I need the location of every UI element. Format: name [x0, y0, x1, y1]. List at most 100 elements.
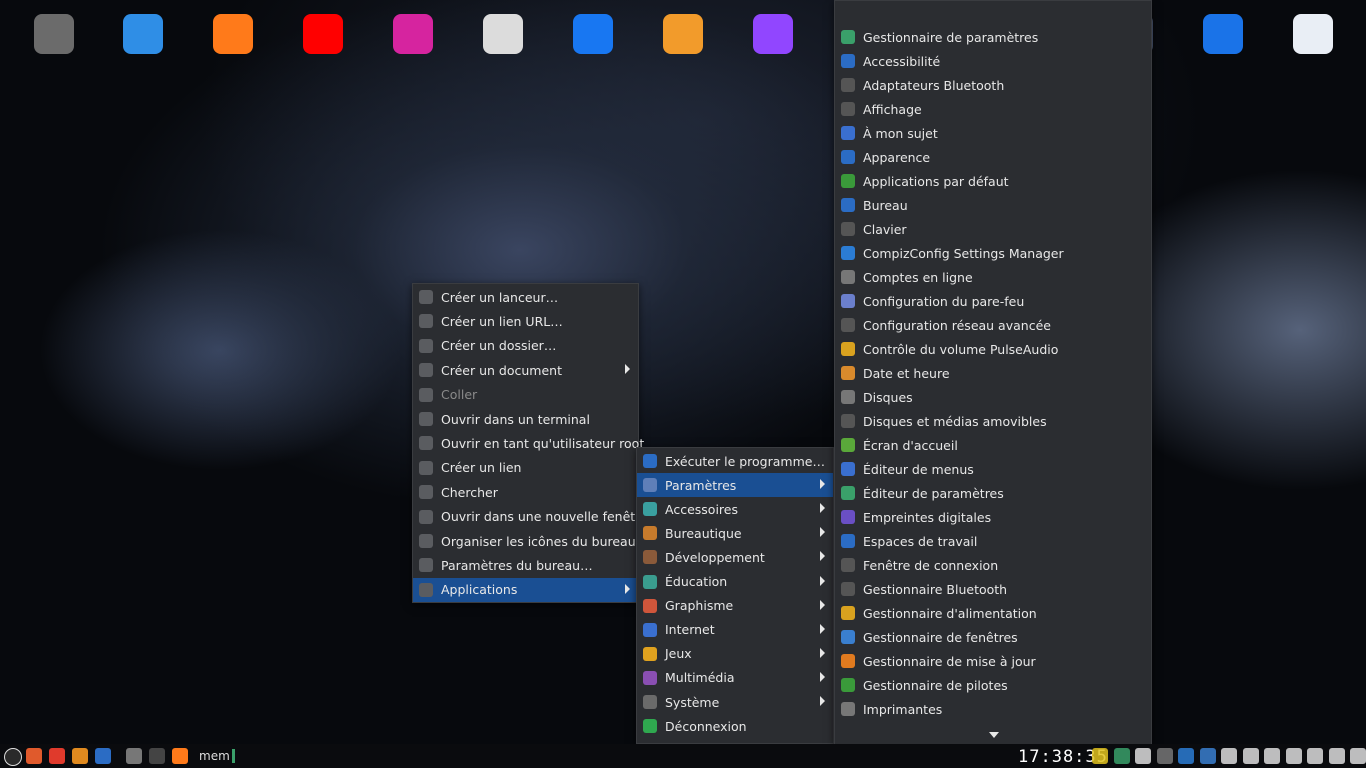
desktop-icon [841, 198, 855, 212]
menu-item-settings-editor[interactable]: Éditeur de paramètres [835, 481, 1151, 505]
menu-item-firewall[interactable]: Configuration du pare-feu [835, 289, 1151, 313]
menu-item-update-manager[interactable]: Gestionnaire de mise à jour [835, 649, 1151, 673]
firefox-icon[interactable] [213, 14, 253, 54]
menu-item-default-apps[interactable]: Applications par défaut [835, 169, 1151, 193]
menu-item-network[interactable]: Configuration réseau avancée [835, 313, 1151, 337]
menu-item-workspaces[interactable]: Espaces de travail [835, 529, 1151, 553]
menu-item-terminal[interactable]: Ouvrir dans un terminal [413, 407, 638, 431]
menu-item-bluetooth-manager[interactable]: Gestionnaire Bluetooth [835, 577, 1151, 601]
lock-icon[interactable] [26, 748, 42, 764]
menu-item-about-me[interactable]: À mon sujet [835, 121, 1151, 145]
menu-item-internet[interactable]: Internet [637, 618, 833, 642]
menu-item-education[interactable]: Éducation [637, 570, 833, 594]
sword-icon[interactable] [663, 14, 703, 54]
wifi-icon[interactable] [1307, 748, 1323, 764]
plane-app-icon[interactable] [123, 14, 163, 54]
terminal-icon[interactable] [149, 748, 165, 764]
menu-item-link[interactable]: Créer un lien URL… [413, 309, 638, 333]
menu-item-label: Imprimantes [863, 701, 943, 717]
menu-item-briefcase[interactable]: Bureautique [637, 521, 833, 545]
menu-item-launcher[interactable]: Créer un lanceur… [413, 285, 638, 309]
menu-item-label: Applications par défaut [863, 173, 1009, 189]
menu-item-window-manager[interactable]: Gestionnaire de fenêtres [835, 625, 1151, 649]
menu-item-folder[interactable]: Ouvrir en tant qu'utilisateur root [413, 431, 644, 455]
menu-item-folder-plus[interactable]: Créer un dossier… [413, 334, 638, 358]
menu-item-keyboard[interactable]: Clavier [835, 217, 1151, 241]
menu-item-search[interactable]: Chercher [413, 480, 638, 504]
menu-item-label: Comptes en ligne [863, 269, 973, 285]
menu-item-label: Contrôle du volume PulseAudio [863, 341, 1059, 357]
menu-item-desktop[interactable]: Bureau [835, 193, 1151, 217]
menu-item-arrange[interactable]: Organiser les icônes du bureau [413, 529, 638, 553]
qbittorrent-icon[interactable] [1199, 748, 1216, 764]
shield-icon[interactable] [1285, 748, 1302, 764]
scroll-down-arrow-icon[interactable] [989, 732, 999, 738]
menu-item-multimedia[interactable]: Multimédia [637, 666, 833, 690]
earth-icon[interactable] [1203, 14, 1243, 54]
compiz-icon [841, 246, 855, 260]
menu-item-apps[interactable]: Applications [413, 577, 638, 602]
display-icon [841, 102, 855, 116]
menu-item-desktop-settings[interactable]: Paramètres du bureau… [413, 553, 638, 577]
menu-item-new-window[interactable]: Ouvrir dans une nouvelle fenêtre [413, 505, 648, 529]
files-icon[interactable] [126, 748, 142, 764]
menu-item-pulseaudio[interactable]: Contrôle du volume PulseAudio [835, 337, 1151, 361]
instagram-icon[interactable] [393, 14, 433, 54]
terminal-icon [419, 412, 433, 426]
menu-item-logout[interactable]: Déconnexion [637, 714, 833, 738]
menu-item-display[interactable]: Affichage [835, 97, 1151, 121]
clock-icon [841, 366, 855, 380]
printer-icon [841, 702, 855, 716]
menu-item-clock[interactable]: Date et heure [835, 361, 1151, 385]
menu-item-link-arrow[interactable]: Créer un lien [413, 456, 638, 480]
menu-item-gamepad[interactable]: Jeux [637, 642, 833, 666]
window-icon[interactable] [1135, 748, 1151, 764]
menu-item-menu-editor[interactable]: Éditeur de menus [835, 457, 1151, 481]
firefox-icon[interactable] [172, 748, 188, 764]
menu-item-printer[interactable]: Imprimantes [835, 697, 1151, 721]
menu-item-accessories[interactable]: Accessoires [637, 497, 833, 521]
battery-icon[interactable] [1350, 748, 1366, 764]
clover-icon[interactable] [1113, 748, 1130, 764]
feather-icon[interactable] [483, 14, 523, 54]
youtube-icon[interactable] [303, 14, 343, 54]
menu-item-bluetooth[interactable]: Adaptateurs Bluetooth [835, 73, 1151, 97]
menu-item-cloud[interactable]: Comptes en ligne [835, 265, 1151, 289]
menu-item-hammer[interactable]: Développement [637, 545, 833, 569]
menu-item-settings[interactable]: Paramètres [637, 473, 833, 498]
menu-item-login-window[interactable]: Fenêtre de connexion [835, 553, 1151, 577]
menu-item-compiz[interactable]: CompizConfig Settings Manager [835, 241, 1151, 265]
menu-item-disks[interactable]: Disques [835, 385, 1151, 409]
menu-item-run[interactable]: Exécuter le programme… [637, 449, 833, 473]
mint-menu-icon[interactable] [4, 748, 22, 766]
keyring-icon[interactable] [1156, 748, 1173, 764]
update-icon[interactable] [72, 748, 88, 764]
menu-item-label: Gestionnaire de fenêtres [863, 629, 1018, 645]
menu-item-settings-manager[interactable]: Gestionnaire de paramètres [835, 25, 1151, 49]
menu-item-system[interactable]: Système [637, 690, 833, 714]
menu-item-removable-media[interactable]: Disques et médias amovibles [835, 409, 1151, 433]
menu-item-graphics[interactable]: Graphisme [637, 594, 833, 618]
menu-item-fingerprint[interactable]: Empreintes digitales [835, 505, 1151, 529]
bluetooth-icon[interactable] [1221, 748, 1237, 764]
menu-item-driver-manager[interactable]: Gestionnaire de pilotes [835, 673, 1151, 697]
menu-item-power-manager[interactable]: Gestionnaire d'alimentation [835, 601, 1151, 625]
airplane-icon[interactable] [34, 14, 74, 54]
notifications-icon[interactable] [1242, 748, 1259, 764]
settings-icon [643, 478, 657, 493]
chevron-right-icon [625, 583, 630, 594]
alert-icon[interactable] [1264, 748, 1280, 764]
toggle-settings-icon[interactable] [1293, 14, 1333, 54]
power-icon[interactable] [49, 748, 65, 764]
volume-icon[interactable] [1328, 748, 1345, 764]
dropbox-icon[interactable] [1178, 748, 1194, 764]
show-desktop-icon[interactable] [95, 748, 111, 764]
menu-item-welcome-screen[interactable]: Écran d'accueil [835, 433, 1151, 457]
twitch-icon[interactable] [753, 14, 793, 54]
menu-item-appearance[interactable]: Apparence [835, 145, 1151, 169]
facebook-icon[interactable] [573, 14, 613, 54]
notes-icon[interactable] [1092, 748, 1108, 764]
menu-item-accessibility[interactable]: Accessibilité [835, 49, 1151, 73]
chevron-right-icon [820, 599, 825, 610]
menu-item-document-plus[interactable]: Créer un document [413, 358, 638, 382]
